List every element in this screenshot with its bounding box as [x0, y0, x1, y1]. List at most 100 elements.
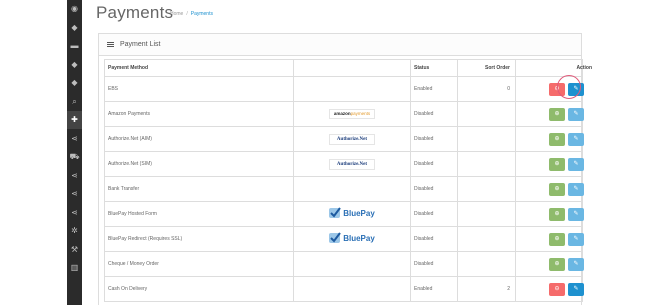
- table-row: BluePay Hosted Form BluePay Disabled ⊕ ✎: [104, 201, 584, 227]
- payment-status: Enabled: [410, 276, 458, 302]
- payment-logo-cell: [293, 76, 411, 102]
- payment-sort-order: [457, 151, 516, 177]
- left-margin: [0, 0, 67, 305]
- payment-method-name: Cheque / Money Order: [104, 251, 294, 277]
- install-button[interactable]: ⊕: [549, 257, 565, 271]
- table-row: Bank Transfer Disabled ⊕ ✎: [104, 176, 584, 202]
- payment-logo-cell: Authorize.Net: [293, 151, 411, 177]
- action-cell: ⊕ ✎: [515, 201, 584, 227]
- action-cell: ⊕ ✎: [515, 151, 584, 177]
- edit-button[interactable]: ✎: [568, 257, 584, 271]
- payment-method-name: Amazon Payments: [104, 101, 294, 127]
- payment-logo-cell: [293, 276, 411, 302]
- search-icon[interactable]: ⌕: [67, 93, 82, 111]
- pencil-icon: ✎: [573, 286, 579, 292]
- payment-method-name: Authorize.Net (SIM): [104, 151, 294, 177]
- payment-sort-order: [457, 201, 516, 227]
- plus-circle-icon: ⊕: [554, 136, 560, 142]
- install-button[interactable]: ⊕: [549, 157, 565, 171]
- breadcrumb-separator: /: [186, 11, 188, 17]
- share-icon[interactable]: ⋖: [67, 204, 82, 222]
- payment-sort-order: [457, 176, 516, 202]
- authorize-net-logo: Authorize.Net: [329, 158, 375, 170]
- column-header-sort-order[interactable]: Sort Order: [457, 59, 516, 77]
- pencil-icon: ✎: [573, 261, 579, 267]
- table-row: Authorize.Net (AIM) Authorize.Net Disabled…: [104, 126, 584, 152]
- payment-sort-order: [457, 101, 516, 127]
- plus-circle-icon: ⊕: [554, 161, 560, 167]
- table-row: Cash On Delivery Enabled 2 ⊖ ✎: [104, 276, 584, 302]
- pencil-icon: ✎: [573, 236, 579, 242]
- payment-sort-order: 2: [457, 276, 516, 302]
- payment-logo-cell: [293, 251, 411, 277]
- tags-icon[interactable]: ◆: [67, 74, 82, 92]
- column-header-status[interactable]: Status: [410, 59, 458, 77]
- edit-button[interactable]: ✎: [568, 82, 584, 96]
- payment-logo-cell: BluePay: [293, 226, 411, 252]
- payment-logo-cell: amazonpayments: [293, 101, 411, 127]
- table-row: Authorize.Net (SIM) Authorize.Net Disabled…: [104, 151, 584, 177]
- edit-button[interactable]: ✎: [568, 207, 584, 221]
- payment-sort-order: [457, 126, 516, 152]
- edit-button[interactable]: ✎: [568, 282, 584, 296]
- edit-button[interactable]: ✎: [568, 157, 584, 171]
- bluepay-check-icon: [329, 207, 342, 218]
- action-cell: ⊕ ✎: [515, 176, 584, 202]
- payment-status: Enabled: [410, 76, 458, 102]
- column-header-logo: [293, 59, 411, 77]
- table-row: EBS Enabled 0 ⊖ ✎: [104, 76, 584, 102]
- plus-circle-icon: ⊕: [554, 261, 560, 267]
- cart-icon[interactable]: ⛟: [67, 148, 82, 166]
- chart-icon[interactable]: ▥: [67, 259, 82, 277]
- column-header-action: Action: [515, 59, 592, 77]
- payment-status: Disabled: [410, 226, 458, 252]
- install-button[interactable]: ⊕: [549, 232, 565, 246]
- share-icon[interactable]: ⋖: [67, 185, 82, 203]
- pencil-icon: ✎: [573, 186, 579, 192]
- payment-method-name: Bank Transfer: [104, 176, 294, 202]
- wrench-icon[interactable]: ⚒: [67, 241, 82, 259]
- payment-status: Disabled: [410, 201, 458, 227]
- breadcrumb-payments-link[interactable]: Payments: [191, 11, 213, 17]
- payment-method-name: EBS: [104, 76, 294, 102]
- dashboard-icon[interactable]: ◉: [67, 0, 82, 18]
- install-button[interactable]: ⊕: [549, 132, 565, 146]
- puzzle-icon[interactable]: ✚: [67, 111, 82, 129]
- uninstall-button[interactable]: ⊖: [549, 82, 565, 96]
- edit-button[interactable]: ✎: [568, 132, 584, 146]
- edit-button[interactable]: ✎: [568, 232, 584, 246]
- pencil-icon: ✎: [573, 111, 579, 117]
- breadcrumb-home-link[interactable]: Home: [170, 11, 183, 17]
- action-cell: ⊖ ✎: [515, 276, 584, 302]
- payment-status: Disabled: [410, 101, 458, 127]
- edit-button[interactable]: ✎: [568, 182, 584, 196]
- pencil-icon: ✎: [573, 211, 579, 217]
- pencil-icon: ✎: [573, 136, 579, 142]
- table-row: Amazon Payments amazonpayments Disabled ⊕ ✎: [104, 101, 584, 127]
- bluepay-logo: BluePay: [329, 232, 375, 244]
- plus-circle-icon: ⊕: [554, 111, 560, 117]
- payment-status: Disabled: [410, 126, 458, 152]
- breadcrumb: Home / Payments: [170, 11, 213, 17]
- share-icon[interactable]: ⋖: [67, 130, 82, 148]
- panel-title: Payment List: [120, 41, 161, 48]
- card-icon[interactable]: ▬: [67, 37, 82, 55]
- table-row: BluePay Redirect (Requires SSL) BluePay Di…: [104, 226, 584, 252]
- tag-icon[interactable]: ◆: [67, 19, 82, 37]
- minus-circle-icon: ⊖: [554, 86, 560, 92]
- payment-logo-cell: Authorize.Net: [293, 126, 411, 152]
- minus-circle-icon: ⊖: [554, 286, 560, 292]
- tags-icon[interactable]: ◆: [67, 56, 82, 74]
- edit-button[interactable]: ✎: [568, 107, 584, 121]
- install-button[interactable]: ⊕: [549, 107, 565, 121]
- install-button[interactable]: ⊕: [549, 182, 565, 196]
- plus-circle-icon: ⊕: [554, 211, 560, 217]
- gear-icon[interactable]: ✲: [67, 222, 82, 240]
- payment-status: Disabled: [410, 151, 458, 177]
- column-header-payment-method[interactable]: Payment Method: [104, 59, 294, 77]
- payment-method-name: Authorize.Net (AIM): [104, 126, 294, 152]
- uninstall-button[interactable]: ⊖: [549, 282, 565, 296]
- share-icon[interactable]: ⋖: [67, 167, 82, 185]
- install-button[interactable]: ⊕: [549, 207, 565, 221]
- payment-method-name: BluePay Hosted Form: [104, 201, 294, 227]
